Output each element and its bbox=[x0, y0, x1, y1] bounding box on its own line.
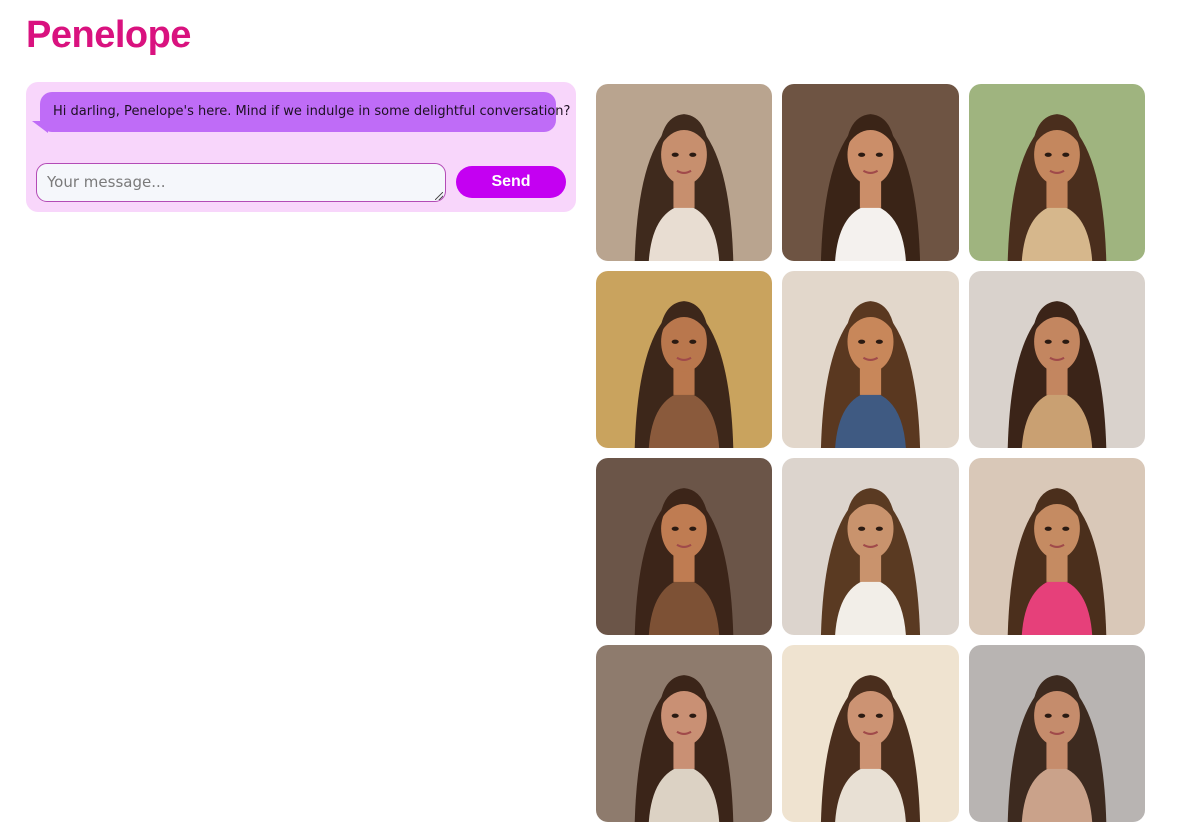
gallery-photo[interactable] bbox=[596, 271, 772, 448]
portrait-image bbox=[782, 271, 959, 448]
portrait-image bbox=[969, 84, 1145, 261]
portrait-image bbox=[596, 84, 772, 261]
send-button[interactable]: Send bbox=[456, 166, 566, 198]
portrait-image bbox=[969, 271, 1145, 448]
portrait-image bbox=[969, 458, 1145, 635]
gallery-photo[interactable] bbox=[782, 84, 959, 261]
photo-gallery bbox=[596, 84, 1145, 822]
page-title: Penelope bbox=[26, 14, 191, 56]
gallery-photo[interactable] bbox=[596, 645, 772, 822]
portrait-image bbox=[596, 271, 772, 448]
portrait-image bbox=[596, 458, 772, 635]
gallery-photo[interactable] bbox=[782, 645, 959, 822]
gallery-photo[interactable] bbox=[596, 84, 772, 261]
chat-panel: Hi darling, Penelope's here. Mind if we … bbox=[26, 82, 576, 212]
chat-message-bubble: Hi darling, Penelope's here. Mind if we … bbox=[40, 92, 570, 132]
portrait-image bbox=[596, 645, 772, 822]
gallery-photo[interactable] bbox=[782, 458, 959, 635]
gallery-photo[interactable] bbox=[969, 645, 1145, 822]
portrait-image bbox=[782, 84, 959, 261]
resize-grip-icon[interactable] bbox=[435, 192, 443, 200]
portrait-image bbox=[969, 645, 1145, 822]
portrait-image bbox=[782, 458, 959, 635]
gallery-photo[interactable] bbox=[782, 271, 959, 448]
message-input[interactable] bbox=[36, 163, 446, 202]
portrait-image bbox=[782, 645, 959, 822]
gallery-photo[interactable] bbox=[969, 84, 1145, 261]
gallery-photo[interactable] bbox=[596, 458, 772, 635]
gallery-photo[interactable] bbox=[969, 271, 1145, 448]
gallery-photo[interactable] bbox=[969, 458, 1145, 635]
